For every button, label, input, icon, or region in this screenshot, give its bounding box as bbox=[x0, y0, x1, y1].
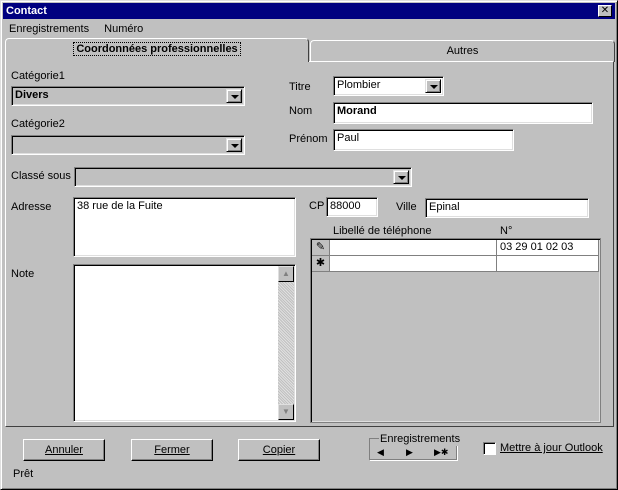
note-label: Note bbox=[11, 268, 35, 280]
phone-number-cell[interactable] bbox=[497, 256, 599, 272]
status-text: Prêt bbox=[13, 468, 34, 480]
prenom-input[interactable]: Paul bbox=[333, 129, 514, 151]
chevron-down-icon[interactable] bbox=[226, 138, 242, 152]
categorie1-value: Divers bbox=[15, 89, 49, 101]
classe-sous-select[interactable] bbox=[74, 167, 412, 187]
fermer-label: Fermer bbox=[154, 444, 190, 456]
menu-numero[interactable]: Numéro bbox=[104, 23, 143, 35]
tab-autres[interactable]: Autres bbox=[310, 40, 615, 62]
copier-label: Copier bbox=[262, 444, 296, 456]
chevron-down-icon[interactable] bbox=[425, 79, 441, 93]
prenom-label: Prénom bbox=[289, 133, 328, 145]
menu-bar: Enregistrements Numéro bbox=[3, 20, 615, 38]
categorie2-select[interactable] bbox=[11, 135, 245, 155]
categorie1-select[interactable]: Divers bbox=[11, 86, 245, 106]
menu-enregistrements[interactable]: Enregistrements bbox=[9, 23, 89, 35]
tab-coordonnees-label: Coordonnées professionnelles bbox=[73, 42, 241, 56]
close-icon[interactable]: ✕ bbox=[598, 5, 612, 17]
classe-sous-label: Classé sous bbox=[11, 170, 71, 182]
outlook-checkbox[interactable] bbox=[483, 442, 496, 455]
adresse-label: Adresse bbox=[11, 201, 52, 213]
adresse-input[interactable]: 38 rue de la Fuite bbox=[73, 197, 296, 257]
nom-label: Nom bbox=[289, 105, 313, 117]
ville-input[interactable]: Epinal bbox=[425, 198, 589, 218]
tab-autres-label: Autres bbox=[446, 45, 479, 57]
new-record-icon[interactable]: ▶✱ bbox=[434, 445, 448, 459]
titre-value: Plombier bbox=[337, 79, 381, 91]
phone-column-label: Libellé de téléphone bbox=[333, 225, 432, 237]
annuler-button[interactable]: Annuler bbox=[23, 439, 105, 461]
note-scrollbar[interactable] bbox=[278, 266, 294, 420]
outlook-checkbox-text: Mettre à jour Outlook bbox=[500, 442, 603, 454]
categorie1-label: Catégorie1 bbox=[11, 70, 65, 82]
chevron-down-icon[interactable] bbox=[226, 89, 242, 103]
phone-number-cell[interactable]: 03 29 01 02 03 bbox=[497, 240, 599, 256]
cp-input[interactable]: 88000 bbox=[326, 197, 378, 217]
row-new-icon: ✱ bbox=[312, 256, 330, 272]
phone-label-cell[interactable] bbox=[330, 256, 497, 272]
nom-input[interactable]: Morand bbox=[333, 102, 593, 124]
titre-label: Titre bbox=[289, 81, 311, 93]
window-title: Contact bbox=[6, 5, 47, 17]
note-textarea[interactable] bbox=[73, 264, 296, 422]
scroll-down-icon[interactable]: ▼ bbox=[278, 404, 294, 420]
row-edit-icon: ✎ bbox=[312, 240, 330, 256]
record-navigator-label: Enregistrements bbox=[379, 432, 462, 446]
phone-column-number: N° bbox=[500, 225, 513, 237]
phone-label-cell[interactable] bbox=[330, 240, 497, 256]
previous-record-icon[interactable]: ◀ bbox=[377, 445, 384, 459]
fermer-button[interactable]: Fermer bbox=[131, 439, 213, 461]
scroll-up-icon[interactable]: ▲ bbox=[278, 266, 294, 282]
contact-window: Contact ✕ Enregistrements Numéro Coordon… bbox=[0, 0, 618, 490]
cp-label: CP bbox=[309, 200, 325, 212]
ville-label: Ville bbox=[396, 201, 417, 213]
categorie2-label: Catégorie2 bbox=[11, 118, 65, 130]
chevron-down-icon[interactable] bbox=[393, 170, 409, 184]
next-record-icon[interactable]: ▶ bbox=[406, 445, 413, 459]
title-bar: Contact ✕ bbox=[3, 3, 615, 19]
annuler-label: Annuler bbox=[45, 444, 83, 456]
tab-coordonnees[interactable]: Coordonnées professionnelles bbox=[5, 38, 309, 62]
copier-button[interactable]: Copier bbox=[238, 439, 320, 461]
outlook-checkbox-label: Mettre à jour Outlook bbox=[500, 441, 603, 455]
titre-select[interactable]: Plombier bbox=[333, 76, 444, 96]
